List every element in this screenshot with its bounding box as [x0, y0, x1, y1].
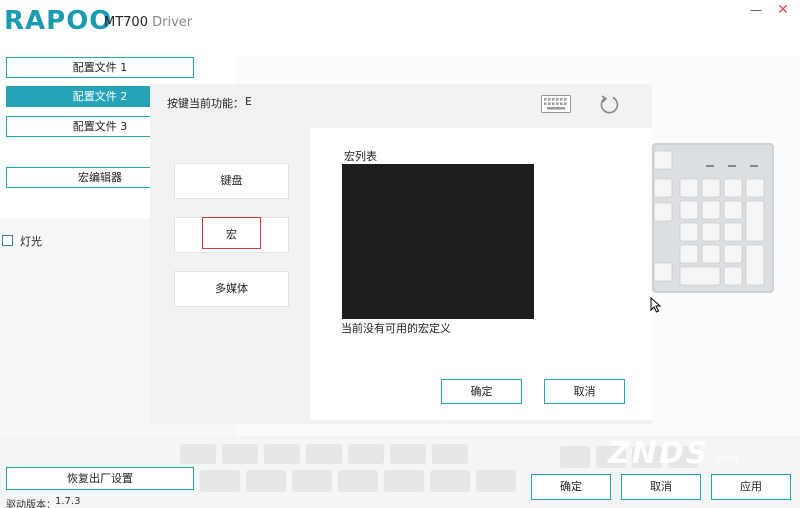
macro-empty-message: 当前没有可用的宏定义	[341, 322, 451, 335]
current-function-value: E	[245, 95, 252, 108]
rapoo-logo: RAPOO	[4, 6, 113, 36]
light-checkbox[interactable]	[2, 235, 13, 246]
macro-list[interactable]	[342, 164, 534, 319]
reset-key-icon[interactable]	[598, 93, 620, 115]
category-keyboard-button[interactable]: 键盘	[174, 163, 289, 199]
driver-version-value: 1.7.3	[55, 496, 81, 507]
watermark-suffix: .com	[712, 452, 739, 465]
category-macro-button[interactable]: 宏	[174, 217, 289, 253]
confirm-button[interactable]: 确定	[531, 474, 611, 500]
profile-1-button[interactable]: 配置文件 1	[6, 57, 194, 78]
light-label: 灯光	[20, 235, 42, 248]
factory-reset-button[interactable]: 恢复出厂设置	[6, 467, 194, 490]
cancel-button[interactable]: 取消	[621, 474, 701, 500]
keyboard-icon[interactable]	[541, 95, 571, 113]
dialog-ok-button[interactable]: 确定	[441, 379, 522, 404]
macro-list-label: 宏列表	[344, 150, 377, 163]
keyboard-image	[652, 143, 774, 293]
product-subtitle: Driver	[152, 15, 193, 30]
current-function-label: 按键当前功能：	[167, 97, 244, 110]
mouse-cursor-icon	[650, 297, 662, 313]
product-model: MT700	[104, 15, 148, 30]
watermark: ZNDS	[608, 436, 710, 471]
product-title: MT700 Driver	[104, 15, 192, 30]
category-multimedia-button[interactable]: 多媒体	[174, 271, 289, 307]
apply-button[interactable]: 应用	[711, 474, 791, 500]
driver-version-label: 驱动版本：	[6, 500, 56, 508]
dialog-cancel-button[interactable]: 取消	[544, 379, 625, 404]
close-button[interactable]: ✕	[772, 0, 794, 20]
minimize-button[interactable]: —	[745, 0, 767, 20]
